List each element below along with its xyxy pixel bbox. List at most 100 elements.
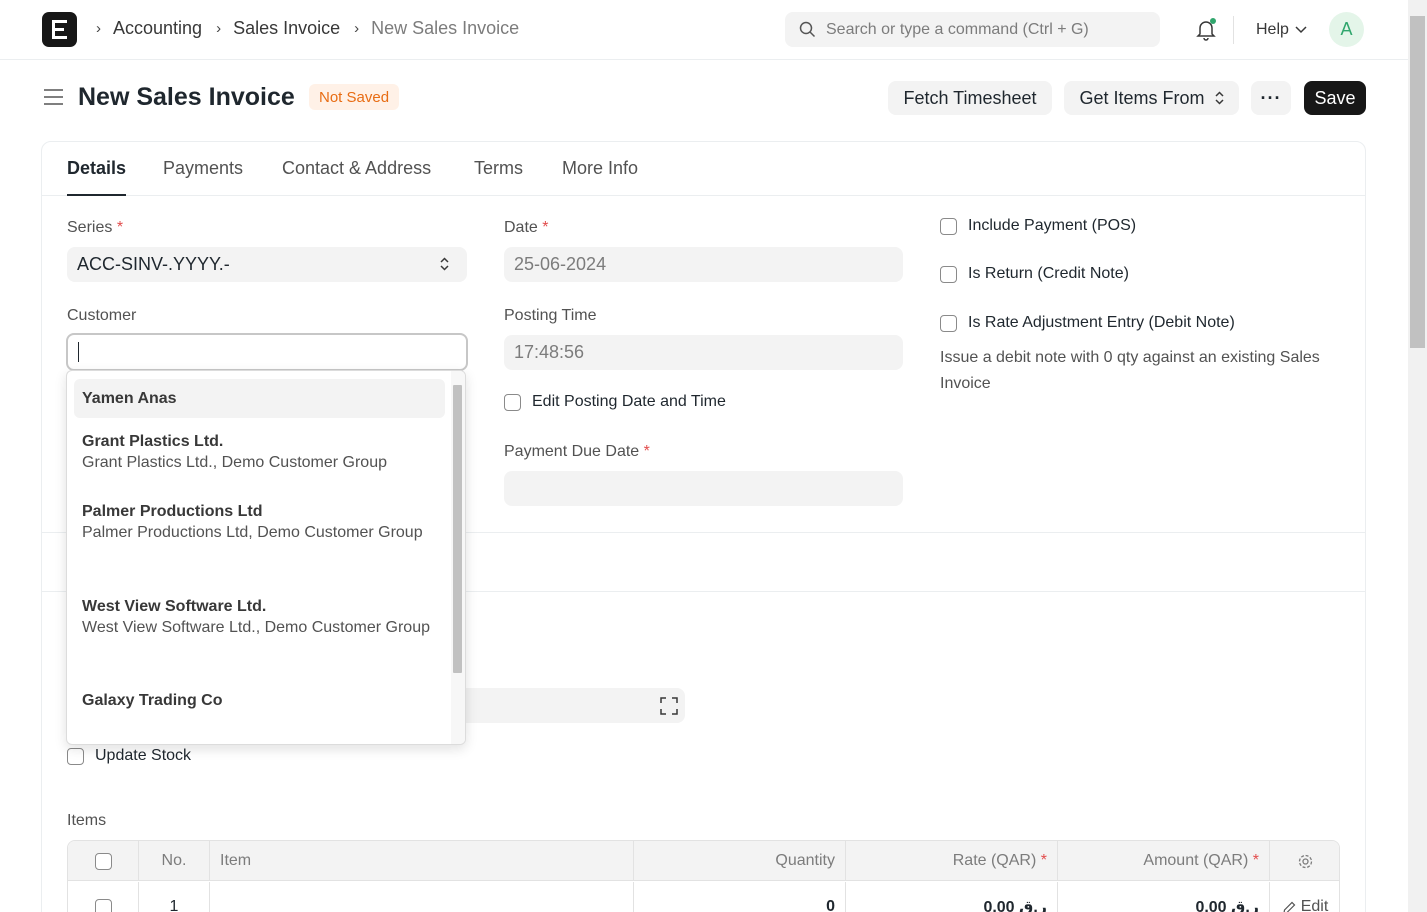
customer-label: Customer xyxy=(67,307,137,324)
tab-payments[interactable]: Payments xyxy=(163,158,243,179)
tab-details[interactable]: Details xyxy=(67,158,126,179)
row-rate[interactable]: 0.00 ر.ق xyxy=(846,882,1058,912)
payment-due-date-field[interactable] xyxy=(504,471,903,506)
row-item[interactable] xyxy=(210,882,634,912)
posting-time-field[interactable]: 17:48:56 xyxy=(504,335,903,370)
edit-label: Edit xyxy=(1300,898,1329,912)
top-navbar: › Accounting › Sales Invoice › New Sales… xyxy=(0,0,1408,60)
rate-adjustment-help: Issue a debit note with 0 qty against an… xyxy=(940,349,1320,392)
dropdown-item[interactable]: Galaxy Trading Co xyxy=(74,692,445,710)
select-arrows-icon xyxy=(1214,91,1224,105)
tab-contact-address[interactable]: Contact & Address xyxy=(282,158,431,179)
notification-dot xyxy=(1210,18,1216,24)
help-menu[interactable]: Help xyxy=(1256,21,1307,39)
series-label: Series * xyxy=(67,219,124,236)
dropdown-item[interactable]: West View Software Ltd. West View Softwa… xyxy=(74,598,445,640)
help-label: Help xyxy=(1256,21,1289,38)
page-scroll-thumb[interactable] xyxy=(1410,16,1425,348)
dropdown-item-description: West View Software Ltd., Demo Customer G… xyxy=(82,619,430,636)
is-return-checkbox[interactable] xyxy=(940,265,957,283)
dropdown-item-title: West View Software Ltd. xyxy=(82,598,267,615)
customer-input[interactable] xyxy=(66,333,468,371)
customer-dropdown: Yamen Anas Grant Plastics Ltd. Grant Pla… xyxy=(66,370,466,745)
items-table-header: No. Item Quantity Rate (QAR) * Amount (Q… xyxy=(68,841,1339,881)
series-select[interactable]: ACC-SINV-.YYYY.- xyxy=(67,247,467,282)
row-checkbox[interactable] xyxy=(94,898,112,912)
header-item: Item xyxy=(210,841,634,881)
dropdown-item[interactable]: Grant Plastics Ltd. Grant Plastics Ltd.,… xyxy=(74,433,445,475)
chevron-down-icon xyxy=(1295,26,1307,34)
header-amount: Amount (QAR) * xyxy=(1058,841,1270,881)
get-items-label: Get Items From xyxy=(1079,87,1205,108)
edit-posting-date-checkbox[interactable] xyxy=(504,393,521,411)
app-logo[interactable] xyxy=(42,12,77,47)
is-return-label: Is Return (Credit Note) xyxy=(968,265,1129,282)
rate-adjustment-label: Is Rate Adjustment Entry (Debit Note) xyxy=(968,314,1235,331)
items-label: Items xyxy=(67,812,107,829)
header-quantity: Quantity xyxy=(634,841,846,881)
tab-terms[interactable]: Terms xyxy=(474,158,523,179)
dropdown-item-description: Palmer Productions Ltd, Demo Customer Gr… xyxy=(82,524,423,541)
select-all-checkbox[interactable] xyxy=(94,852,112,870)
is-return-row[interactable]: Is Return (Credit Note) xyxy=(940,265,1129,283)
text-caret xyxy=(78,342,79,362)
items-table: No. Item Quantity Rate (QAR) * Amount (Q… xyxy=(67,840,1340,912)
dropdown-item-title: Grant Plastics Ltd. xyxy=(82,433,224,450)
more-actions-button[interactable]: ··· xyxy=(1251,81,1291,115)
row-quantity[interactable]: 0 xyxy=(634,882,846,912)
sidebar-toggle-icon[interactable] xyxy=(44,88,63,106)
include-payment-row[interactable]: Include Payment (POS) xyxy=(940,217,1136,235)
update-stock-row[interactable]: Update Stock xyxy=(67,747,191,765)
dropdown-item-title: Galaxy Trading Co xyxy=(82,692,223,709)
search-icon xyxy=(799,21,816,38)
edit-posting-date-label: Edit Posting Date and Time xyxy=(532,393,726,410)
series-value: ACC-SINV-.YYYY.- xyxy=(77,254,230,274)
fetch-timesheet-button[interactable]: Fetch Timesheet xyxy=(888,81,1052,115)
form-tabs: Details Payments Contact & Address Terms… xyxy=(42,142,1365,196)
update-stock-checkbox[interactable] xyxy=(67,747,84,765)
posting-time-label: Posting Time xyxy=(504,307,597,324)
include-payment-label: Include Payment (POS) xyxy=(968,217,1137,234)
date-field[interactable]: 25-06-2024 xyxy=(504,247,903,282)
breadcrumb-new-sales-invoice: New Sales Invoice xyxy=(371,18,520,38)
row-select-cell xyxy=(68,882,139,912)
gear-icon xyxy=(1298,854,1313,868)
chevron-right-icon: › xyxy=(354,20,360,37)
active-tab-indicator xyxy=(67,194,126,196)
dropdown-item[interactable]: Yamen Anas xyxy=(74,379,445,418)
chevron-right-icon: › xyxy=(216,20,222,37)
tab-more-info[interactable]: More Info xyxy=(562,158,638,179)
search-bar[interactable]: Search or type a command (Ctrl + G) xyxy=(785,12,1160,47)
navbar-divider xyxy=(1233,16,1234,44)
payment-due-date-label: Payment Due Date * xyxy=(504,443,650,460)
dropdown-item-description: Grant Plastics Ltd., Demo Customer Group xyxy=(82,454,387,471)
date-label: Date * xyxy=(504,219,549,236)
select-arrows-icon xyxy=(440,257,449,271)
scan-barcode-field[interactable] xyxy=(466,688,685,723)
breadcrumb-sales-invoice[interactable]: Sales Invoice xyxy=(233,18,340,39)
status-badge: Not Saved xyxy=(309,84,400,110)
expand-icon xyxy=(660,697,678,715)
avatar[interactable]: A xyxy=(1329,12,1364,47)
rate-adjustment-checkbox[interactable] xyxy=(940,314,957,332)
row-amount: 0.00 ر.ق xyxy=(1058,882,1270,912)
breadcrumb-accounting[interactable]: Accounting xyxy=(113,18,202,39)
save-button[interactable]: Save xyxy=(1304,81,1366,115)
header-no: No. xyxy=(139,841,210,881)
dropdown-scroll-thumb[interactable] xyxy=(453,385,462,673)
update-stock-label: Update Stock xyxy=(95,747,192,764)
chevron-right-icon: › xyxy=(96,20,101,37)
column-settings[interactable] xyxy=(1270,841,1339,881)
dropdown-item[interactable]: Palmer Productions Ltd Palmer Production… xyxy=(74,503,445,545)
pencil-icon xyxy=(1283,901,1296,912)
row-no: 1 xyxy=(139,882,210,912)
include-payment-checkbox[interactable] xyxy=(940,217,957,235)
dropdown-item-title: Palmer Productions Ltd xyxy=(82,503,263,520)
edit-posting-date-checkbox-row[interactable]: Edit Posting Date and Time xyxy=(504,393,726,411)
search-placeholder: Search or type a command (Ctrl + G) xyxy=(826,20,1089,38)
get-items-from-button[interactable]: Get Items From xyxy=(1064,81,1239,115)
row-edit-button[interactable]: Edit xyxy=(1270,882,1339,912)
dropdown-item-title: Yamen Anas xyxy=(82,389,177,407)
page-title: New Sales Invoice xyxy=(78,83,295,111)
rate-adjustment-row[interactable]: Is Rate Adjustment Entry (Debit Note) xyxy=(940,314,1235,332)
